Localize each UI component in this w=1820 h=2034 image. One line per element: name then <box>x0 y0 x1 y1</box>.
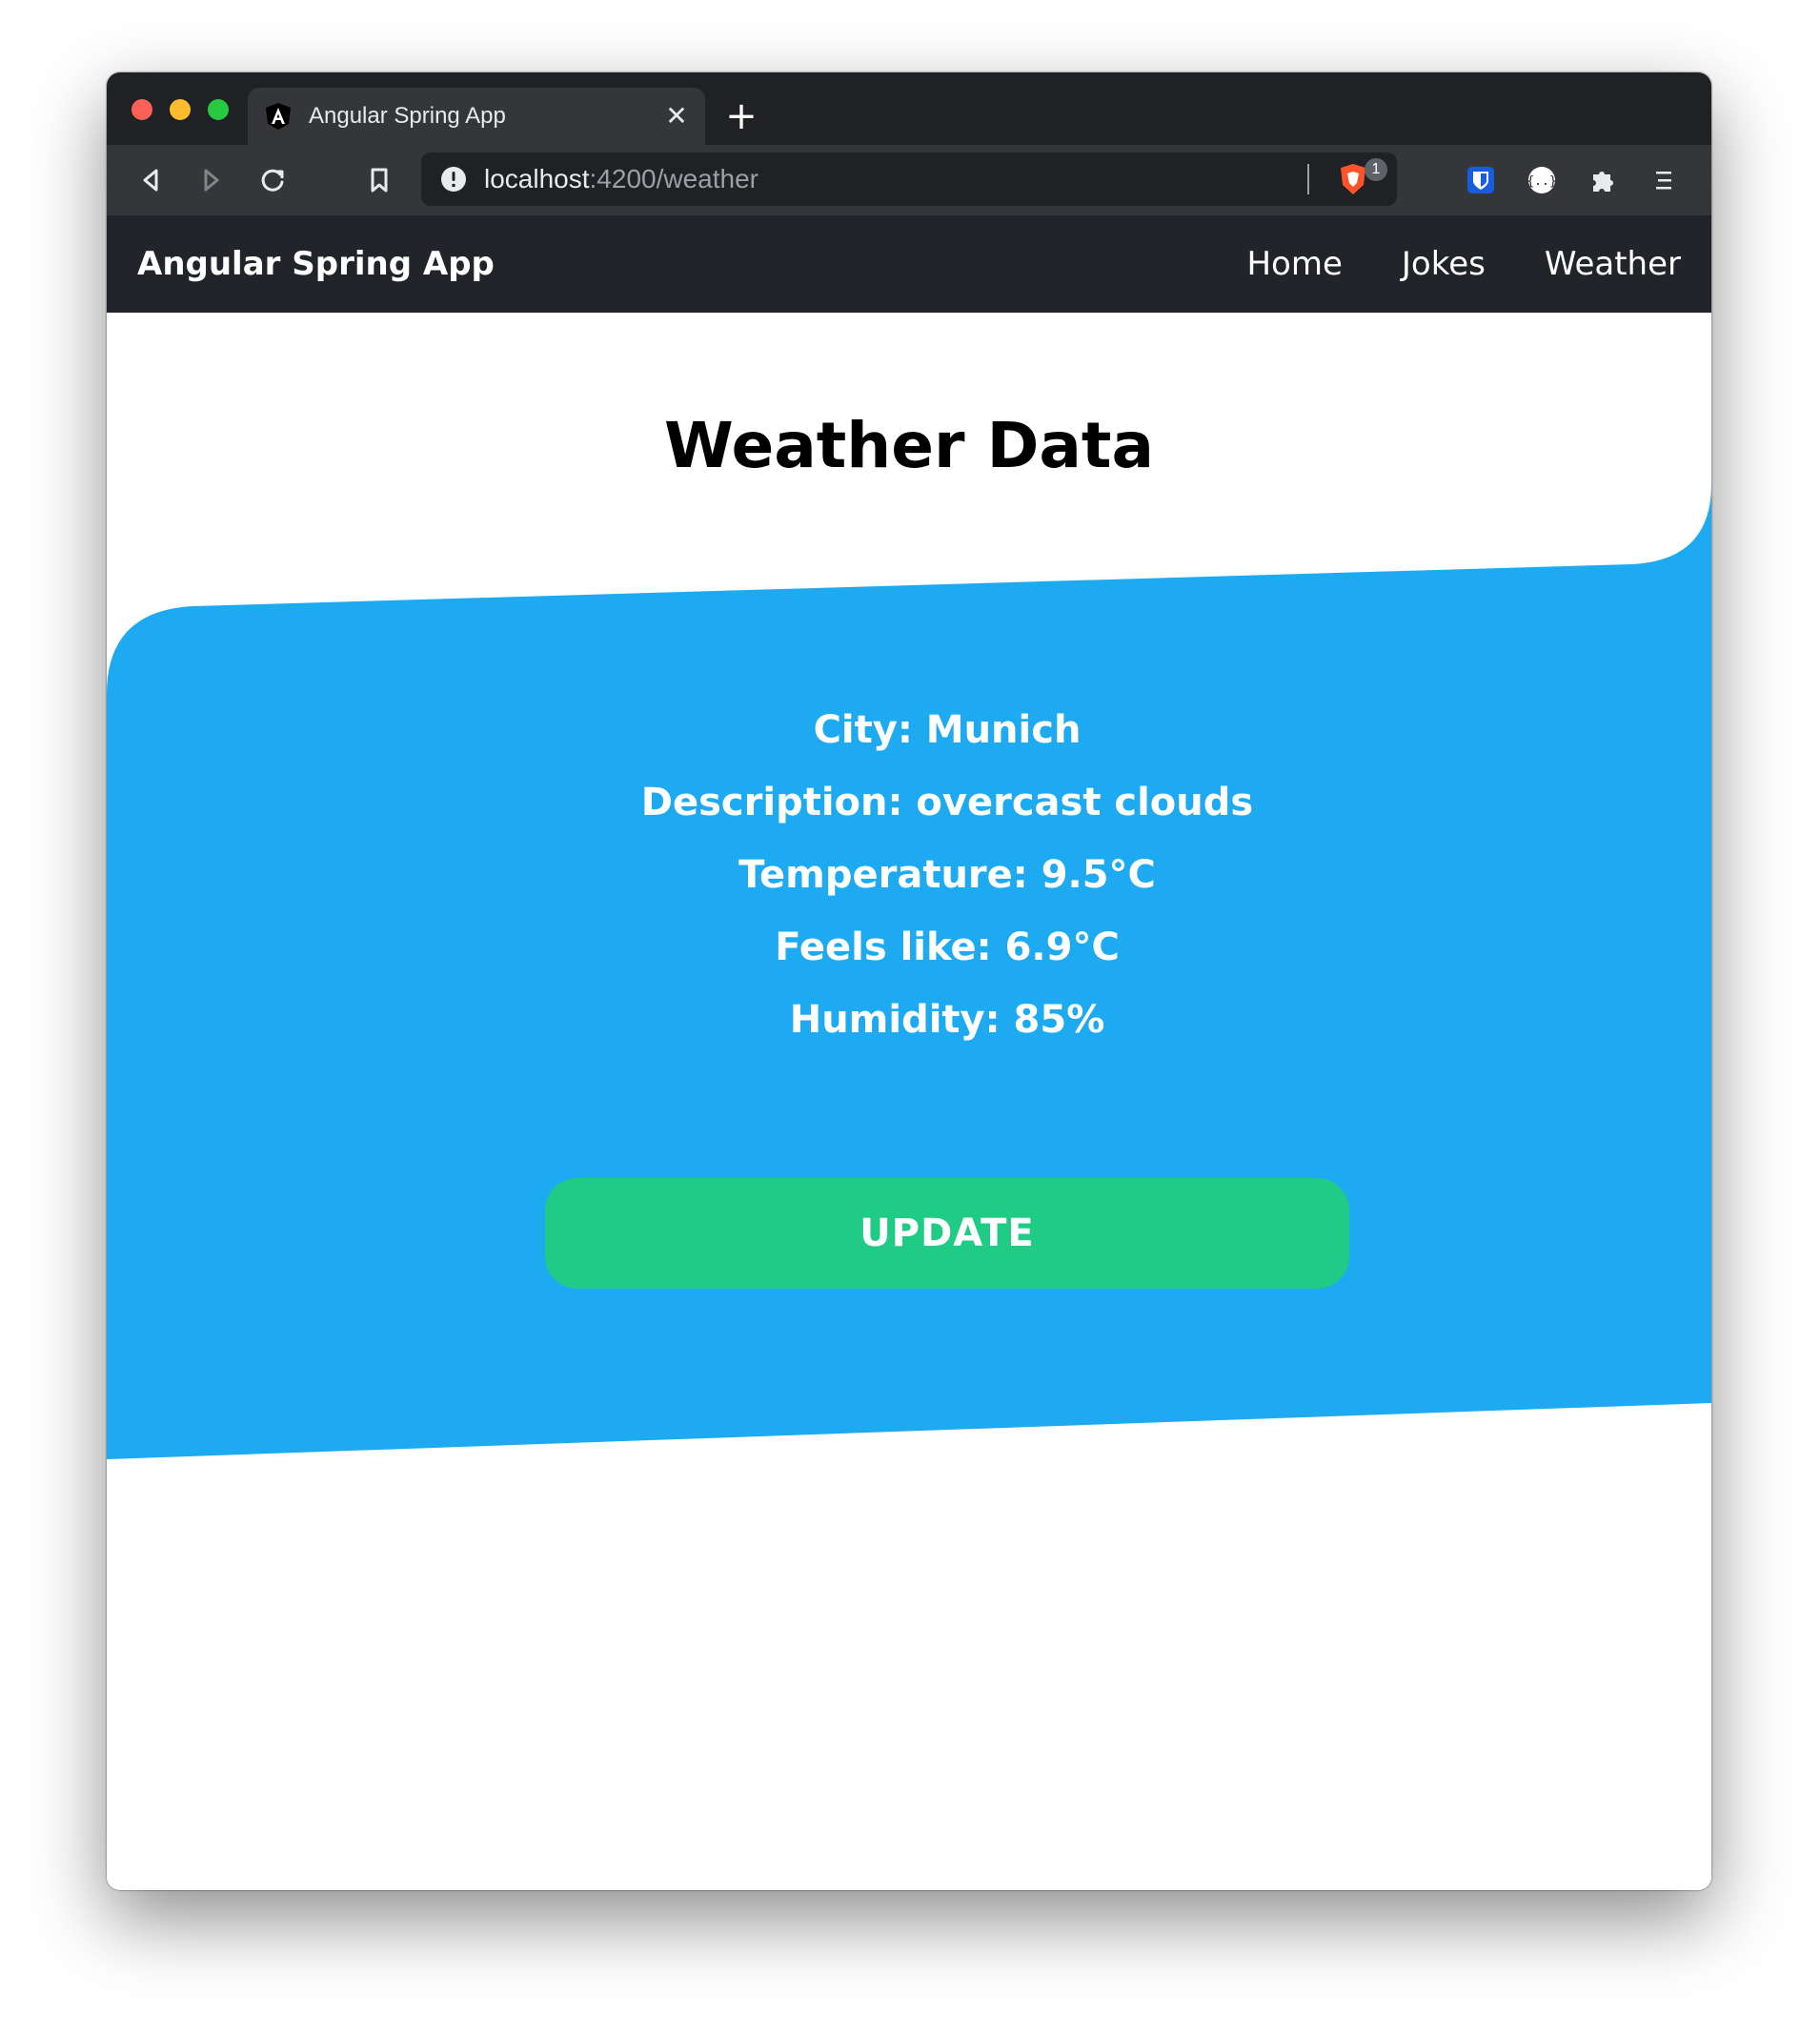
weather-description: Description: overcast clouds <box>640 781 1254 824</box>
close-window-button[interactable] <box>131 99 152 120</box>
reload-icon[interactable] <box>253 161 292 199</box>
bitwarden-icon[interactable] <box>1462 161 1500 199</box>
blue-wave-background <box>107 484 1711 1459</box>
nav-link-jokes[interactable]: Jokes <box>1402 244 1486 284</box>
page-title: Weather Data <box>664 409 1154 482</box>
angular-icon <box>266 103 291 130</box>
tab-title: Angular Spring App <box>309 103 506 129</box>
navbar-brand[interactable]: Angular Spring App <box>137 244 495 284</box>
page-content: Weather Data City: Munich Description: o… <box>107 313 1711 1890</box>
maximize-window-button[interactable] <box>208 99 229 120</box>
menu-icon[interactable] <box>1645 161 1683 199</box>
close-tab-icon[interactable]: ✕ <box>661 101 692 132</box>
info-icon[interactable] <box>440 166 467 193</box>
address-bar-divider <box>1307 164 1309 194</box>
forward-icon[interactable] <box>192 161 231 199</box>
url-path: :4200/weather <box>589 164 758 193</box>
update-button[interactable]: UPDATE <box>545 1178 1349 1289</box>
back-icon[interactable] <box>131 161 170 199</box>
bookmark-icon[interactable] <box>360 161 398 199</box>
json-extension-icon[interactable]: {..} <box>1523 161 1561 199</box>
extensions-puzzle-icon[interactable] <box>1584 161 1622 199</box>
weather-city: City: Munich <box>813 708 1082 752</box>
url-text: localhost:4200/weather <box>484 164 758 194</box>
url-host: localhost <box>484 164 590 193</box>
new-tab-icon[interactable]: + <box>720 95 762 137</box>
weather-info: City: Munich Description: overcast cloud… <box>145 694 1711 1056</box>
weather-feels-like: Feels like: 6.9°C <box>775 925 1120 969</box>
shield-count-badge: 1 <box>1365 158 1387 181</box>
address-bar[interactable]: localhost:4200/weather 1 <box>421 153 1397 206</box>
tab-strip: Angular Spring App ✕ + <box>107 72 1711 145</box>
minimize-window-button[interactable] <box>170 99 191 120</box>
app-navbar: Angular Spring App Home Jokes Weather <box>107 215 1711 313</box>
nav-link-weather[interactable]: Weather <box>1545 244 1681 284</box>
browser-toolbar: localhost:4200/weather 1 {..} <box>107 145 1711 215</box>
svg-text:{..}: {..} <box>1527 174 1556 189</box>
browser-tab[interactable]: Angular Spring App ✕ <box>248 88 705 145</box>
nav-link-home[interactable]: Home <box>1246 244 1342 284</box>
browser-window: Angular Spring App ✕ + localhost:4200/we… <box>107 72 1711 1890</box>
nav-links: Home Jokes Weather <box>1246 244 1681 284</box>
weather-temperature: Temperature: 9.5°C <box>738 853 1156 897</box>
weather-humidity: Humidity: 85% <box>789 998 1105 1042</box>
